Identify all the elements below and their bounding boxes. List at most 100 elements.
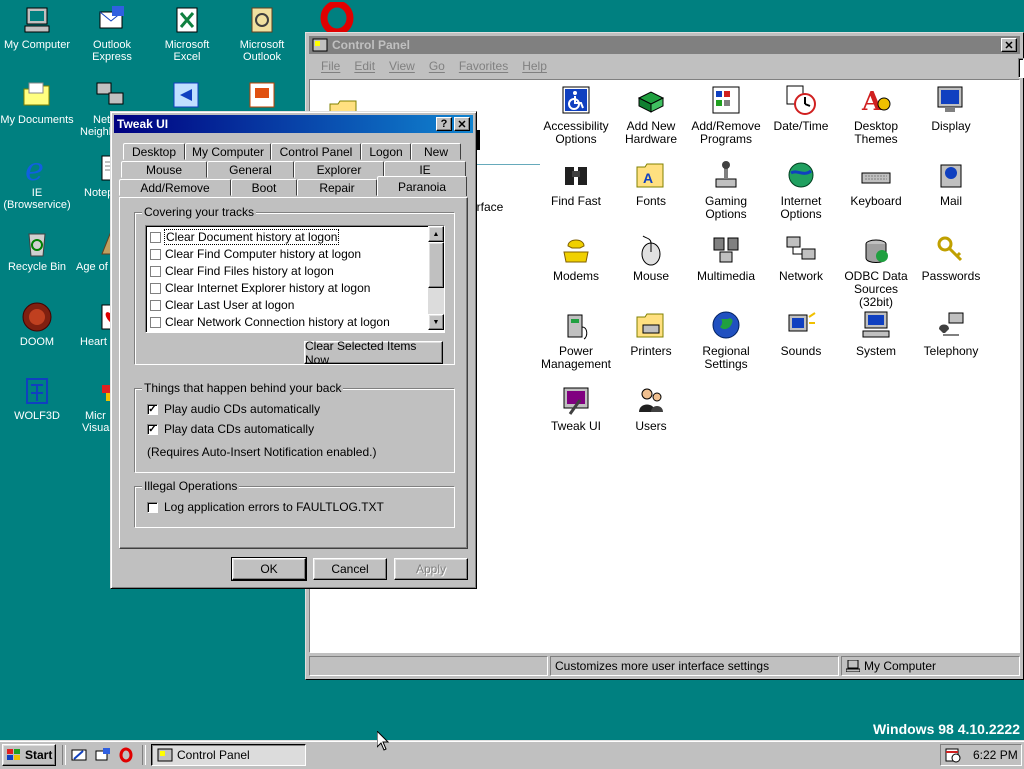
cp-item-tweak-ui[interactable]: Tweak UI: [536, 384, 616, 433]
menu-view[interactable]: View: [389, 59, 415, 73]
close-button[interactable]: ✕: [454, 117, 470, 131]
clear-ie-history-checkbox[interactable]: [150, 283, 161, 295]
cp-item-printers[interactable]: Printers: [611, 309, 691, 358]
tab-my-computer[interactable]: My Computer: [185, 143, 271, 160]
help-button[interactable]: ?: [436, 117, 452, 131]
list-item-clear-last-user[interactable]: Clear Last User at logon: [150, 298, 294, 312]
tab-mouse[interactable]: Mouse: [121, 161, 207, 178]
clock[interactable]: 6:22 PM: [973, 748, 1018, 762]
cancel-button[interactable]: Cancel: [313, 558, 387, 580]
control-panel-close-button[interactable]: ✕: [1001, 38, 1017, 52]
taskbar-control-panel-button[interactable]: Control Panel: [151, 744, 306, 766]
menu-help[interactable]: Help: [522, 59, 547, 73]
cp-item-users[interactable]: Users: [611, 384, 691, 433]
desktop-icon-ie[interactable]: e IE (Browservice): [0, 152, 74, 211]
desktop-icon-recycle-bin[interactable]: Recycle Bin: [0, 226, 74, 273]
start-button[interactable]: Start: [2, 744, 56, 766]
list-item-clear-ie-history[interactable]: Clear Internet Explorer history at logon: [150, 281, 370, 295]
list-item-clear-find-files-history[interactable]: Clear Find Files history at logon: [150, 264, 334, 278]
cp-item-fonts[interactable]: A Fonts: [611, 159, 691, 208]
show-desktop-icon[interactable]: [71, 747, 87, 763]
cp-item-modems[interactable]: Modems: [536, 234, 616, 283]
cp-item-display[interactable]: Display: [911, 84, 991, 133]
tab-paranoia[interactable]: Paranoia: [377, 176, 467, 196]
list-item-clear-document-history[interactable]: Clear Document history at logon: [150, 229, 340, 245]
list-item-clear-find-computer-history[interactable]: Clear Find Computer history at logon: [150, 247, 361, 261]
play-audio-cds-checkbox[interactable]: ✓: [147, 404, 158, 415]
tab-repair[interactable]: Repair: [297, 179, 377, 196]
apply-button[interactable]: Apply: [394, 558, 468, 580]
tab-general[interactable]: General: [207, 161, 294, 178]
control-panel-titlebar[interactable]: Control Panel ✕: [309, 36, 1020, 54]
tab-add-remove[interactable]: Add/Remove: [119, 179, 231, 196]
themes-icon: A: [861, 87, 891, 116]
illegal-operations-group: Illegal Operations Log application error…: [134, 479, 455, 528]
cp-item-date-time[interactable]: Date/Time: [761, 84, 841, 133]
cp-item-telephony[interactable]: Telephony: [911, 309, 991, 358]
scroll-down-button[interactable]: ▼: [428, 314, 444, 330]
play-data-cds-label[interactable]: Play data CDs automatically: [164, 422, 314, 436]
ok-button[interactable]: OK: [231, 557, 307, 581]
tab-boot[interactable]: Boot: [231, 179, 297, 196]
desktop-icon-outlook-express[interactable]: Outlook Express: [75, 4, 149, 63]
tab-desktop[interactable]: Desktop: [123, 143, 185, 160]
cp-item-system[interactable]: System: [836, 309, 916, 358]
tab-explorer[interactable]: Explorer: [294, 161, 384, 178]
network-icon: [786, 236, 816, 260]
clear-find-files-checkbox[interactable]: [150, 266, 161, 278]
tweak-ui-titlebar[interactable]: Tweak UI ? ✕: [114, 115, 473, 133]
clear-document-history-checkbox[interactable]: [150, 232, 161, 244]
opera-icon[interactable]: [320, 2, 354, 32]
desktop-icon-doom[interactable]: DOOM: [0, 301, 74, 348]
accessibility-icon: [562, 86, 590, 114]
scheduler-tray-icon[interactable]: [945, 747, 961, 763]
cp-item-find-fast[interactable]: Find Fast: [536, 159, 616, 208]
cp-item-regional-settings[interactable]: Regional Settings: [686, 309, 766, 371]
clear-last-user-checkbox[interactable]: [150, 300, 161, 312]
cp-item-multimedia[interactable]: Multimedia: [686, 234, 766, 283]
log-faultlog-checkbox[interactable]: [147, 502, 158, 513]
menu-favorites[interactable]: Favorites: [459, 59, 508, 73]
cp-item-internet-options[interactable]: Internet Options: [761, 159, 841, 221]
tab-control-panel[interactable]: Control Panel: [271, 143, 361, 160]
cp-item-odbc[interactable]: ODBC Data Sources (32bit): [836, 234, 916, 309]
scroll-up-button[interactable]: ▲: [428, 226, 444, 242]
clear-selected-items-button[interactable]: Clear Selected Items Now: [304, 339, 443, 367]
scroll-thumb[interactable]: [428, 242, 444, 288]
desktop-icon-wolf3d[interactable]: WOLF3D: [0, 375, 74, 422]
opera-quicklaunch-icon[interactable]: [118, 747, 134, 763]
play-audio-cds-label[interactable]: Play audio CDs automatically: [164, 402, 320, 416]
log-faultlog-label[interactable]: Log application errors to FAULTLOG.TXT: [164, 500, 384, 514]
svg-text:e: e: [25, 152, 44, 184]
desktop-icon-my-computer[interactable]: My Computer: [0, 4, 74, 51]
list-item-clear-network-connection[interactable]: Clear Network Connection history at logo…: [150, 315, 390, 329]
cp-item-power-management[interactable]: Power Management: [536, 309, 616, 371]
cp-item-gaming-options[interactable]: Gaming Options: [686, 159, 766, 221]
desktop-icon-microsoft-outlook[interactable]: Microsoft Outlook: [225, 4, 299, 63]
menu-go[interactable]: Go: [429, 59, 445, 73]
cp-item-mouse[interactable]: Mouse: [611, 234, 691, 283]
desktop-shortcut-icon[interactable]: [170, 79, 202, 111]
desktop-icon-my-documents[interactable]: My Documents: [0, 79, 74, 126]
outlook-express-quicklaunch-icon[interactable]: [95, 747, 111, 763]
cp-item-add-remove-programs[interactable]: Add/Remove Programs: [686, 84, 766, 146]
play-data-cds-checkbox[interactable]: ✓: [147, 424, 158, 435]
powerpoint-icon[interactable]: [246, 79, 278, 111]
list-scrollbar[interactable]: ▲ ▼: [428, 226, 444, 330]
arrow-down-icon: ▼: [432, 318, 440, 326]
cp-item-network[interactable]: Network: [761, 234, 841, 283]
desktop-icon-microsoft-excel[interactable]: Microsoft Excel: [150, 4, 224, 63]
cp-item-desktop-themes[interactable]: A Desktop Themes: [836, 84, 916, 146]
clear-network-connection-checkbox[interactable]: [150, 317, 161, 329]
clear-find-computer-checkbox[interactable]: [150, 249, 161, 261]
cp-item-mail[interactable]: Mail: [911, 159, 991, 208]
cp-item-keyboard[interactable]: Keyboard: [836, 159, 916, 208]
cp-item-passwords[interactable]: Passwords: [911, 234, 991, 283]
tab-logon[interactable]: Logon: [361, 143, 411, 160]
cp-item-sounds[interactable]: Sounds: [761, 309, 841, 358]
cp-item-add-new-hardware[interactable]: Add New Hardware: [611, 84, 691, 146]
menu-edit[interactable]: Edit: [354, 59, 375, 73]
menu-file[interactable]: File: [321, 59, 340, 73]
cp-item-accessibility[interactable]: Accessibility Options: [536, 84, 616, 146]
tab-new[interactable]: New: [411, 143, 461, 160]
